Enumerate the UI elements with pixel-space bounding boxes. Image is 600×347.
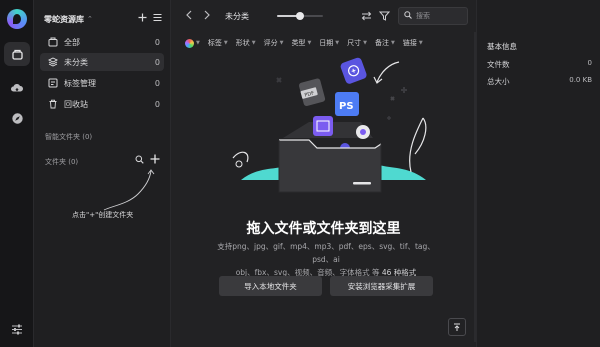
caret-down-icon: ▼ <box>418 40 423 46</box>
info-label: 文件数 <box>487 60 510 69</box>
drop-illustration: PDF PS <box>232 57 427 193</box>
trash-icon <box>47 98 59 110</box>
drop-zone-description: 支持png、jpg、gif、mp4、mp3、pdf、eps、svg、tif、ta… <box>211 240 441 279</box>
info-row-file-count: 文件数 0 <box>487 59 592 70</box>
filter-label: 备注 <box>375 39 390 47</box>
main-area: 未分类 ▼ 标签▼ 形状▼ 评分▼ 类型▼ 日期▼ 尺寸▼ 备注▼ 链接▼ <box>171 0 476 347</box>
info-panel: 基本信息 文件数 0 总大小 0.0 KB <box>476 0 600 347</box>
filter-label: 形状 <box>235 39 250 47</box>
nav-label: 回收站 <box>64 99 88 109</box>
search-box[interactable] <box>398 7 468 25</box>
library-name: 零蛇资源库 <box>44 14 84 24</box>
filter-size[interactable]: 尺寸 ▼ <box>347 38 367 48</box>
sliders-icon[interactable] <box>0 319 34 339</box>
arrow-up-icon <box>454 323 460 331</box>
app-rail <box>0 0 34 347</box>
filter-tags[interactable]: 标签 ▼ <box>208 38 228 48</box>
filter-date[interactable]: 日期 ▼ <box>319 38 339 48</box>
compass-icon[interactable] <box>4 106 30 130</box>
search-icon <box>404 10 412 22</box>
info-row-total-size: 总大小 0.0 KB <box>487 76 592 87</box>
filter-type[interactable]: 类型 ▼ <box>291 38 311 48</box>
sidebar: 零蛇资源库 ⌃ 全部 0 未分类 0 标签管理 0 回收站 0 智能文件夹 (0… <box>34 0 171 347</box>
scroll-to-top-button[interactable] <box>448 318 466 336</box>
nav-item-tag-manage[interactable]: 标签管理 0 <box>40 74 164 92</box>
tag-manage-icon <box>47 77 59 89</box>
app-logo[interactable] <box>7 9 27 29</box>
caret-down-icon: ▼ <box>196 40 200 46</box>
smart-folders-label[interactable]: 智能文件夹 (0) <box>45 132 92 142</box>
filter-label: 标签 <box>207 39 222 47</box>
cloud-icon[interactable] <box>4 76 30 100</box>
filter-shape[interactable]: 形状 ▼ <box>236 38 256 48</box>
search-input[interactable] <box>416 12 464 20</box>
nav-item-trash[interactable]: 回收站 0 <box>40 95 164 113</box>
filter-label: 类型 <box>291 39 306 47</box>
sort-swap-icon[interactable] <box>358 8 374 24</box>
filter-bar: ▼ 标签 ▼ 形状 ▼ 评分 ▼ 类型 ▼ 日期 ▼ 尺寸 ▼ 备注 ▼ 链接 ▼ <box>185 37 423 49</box>
color-wheel-icon <box>185 38 194 48</box>
add-folder-icon[interactable] <box>150 154 160 167</box>
nav-label: 标签管理 <box>64 78 96 88</box>
filter-label: 评分 <box>263 39 278 47</box>
nav-count: 0 <box>154 78 160 88</box>
filter-link[interactable]: 链接 ▼ <box>403 38 423 48</box>
filter-funnel-icon[interactable] <box>376 8 392 24</box>
install-extension-button[interactable]: 安装浏览器采集扩展 <box>330 276 433 296</box>
caret-down-icon: ▼ <box>335 40 340 46</box>
all-files-icon <box>47 36 59 48</box>
nav-count: 0 <box>154 37 160 47</box>
nav-label: 未分类 <box>64 57 88 67</box>
info-label: 总大小 <box>487 77 510 86</box>
caret-down-icon: ▼ <box>279 40 284 46</box>
breadcrumb: 未分类 <box>225 11 249 21</box>
filter-label: 尺寸 <box>347 39 362 47</box>
menu-icon[interactable] <box>153 13 162 25</box>
library-icon[interactable] <box>4 42 30 66</box>
filter-rating[interactable]: 评分 ▼ <box>264 38 284 48</box>
filter-label: 链接 <box>402 39 417 47</box>
caret-down-icon: ▼ <box>391 40 395 46</box>
info-value: 0.0 KB <box>569 76 592 84</box>
supported-formats-line1: 支持png、jpg、gif、mp4、mp3、pdf、eps、svg、tif、ta… <box>217 242 435 264</box>
info-value: 0 <box>587 59 592 67</box>
caret-down-icon: ▼ <box>223 40 228 46</box>
chevron-updown-icon: ⌃ <box>87 15 93 23</box>
forward-arrow-icon[interactable] <box>203 10 211 23</box>
drop-zone-title: 拖入文件或文件夹到这里 <box>246 221 401 237</box>
caret-down-icon: ▼ <box>307 40 312 46</box>
folders-label[interactable]: 文件夹 (0) <box>45 157 78 167</box>
nav-count: 0 <box>154 57 160 67</box>
ps-badge-label: PS <box>339 101 354 112</box>
uncategorized-icon <box>47 56 59 68</box>
search-folder-icon[interactable] <box>135 155 144 167</box>
zoom-slider[interactable] <box>277 12 323 20</box>
nav-item-uncategorized[interactable]: 未分类 0 <box>40 53 164 71</box>
color-filter[interactable]: ▼ <box>185 38 200 48</box>
zoom-knob[interactable] <box>296 12 304 20</box>
info-title: 基本信息 <box>487 42 517 51</box>
filter-notes[interactable]: 备注 ▼ <box>375 38 395 48</box>
back-arrow-icon[interactable] <box>185 10 193 23</box>
nav-label: 全部 <box>64 37 80 47</box>
create-folder-hint: 点击"+"创建文件夹 <box>72 211 134 219</box>
add-icon[interactable] <box>138 13 147 25</box>
filter-label: 日期 <box>319 39 334 47</box>
caret-down-icon: ▼ <box>251 40 256 46</box>
nav-count: 0 <box>154 99 160 109</box>
hint-arrow-icon <box>103 169 155 211</box>
library-switcher[interactable]: 零蛇资源库 ⌃ <box>44 13 162 25</box>
import-local-folder-button[interactable]: 导入本地文件夹 <box>219 276 322 296</box>
caret-down-icon: ▼ <box>363 40 368 46</box>
nav-item-all[interactable]: 全部 0 <box>40 33 164 51</box>
